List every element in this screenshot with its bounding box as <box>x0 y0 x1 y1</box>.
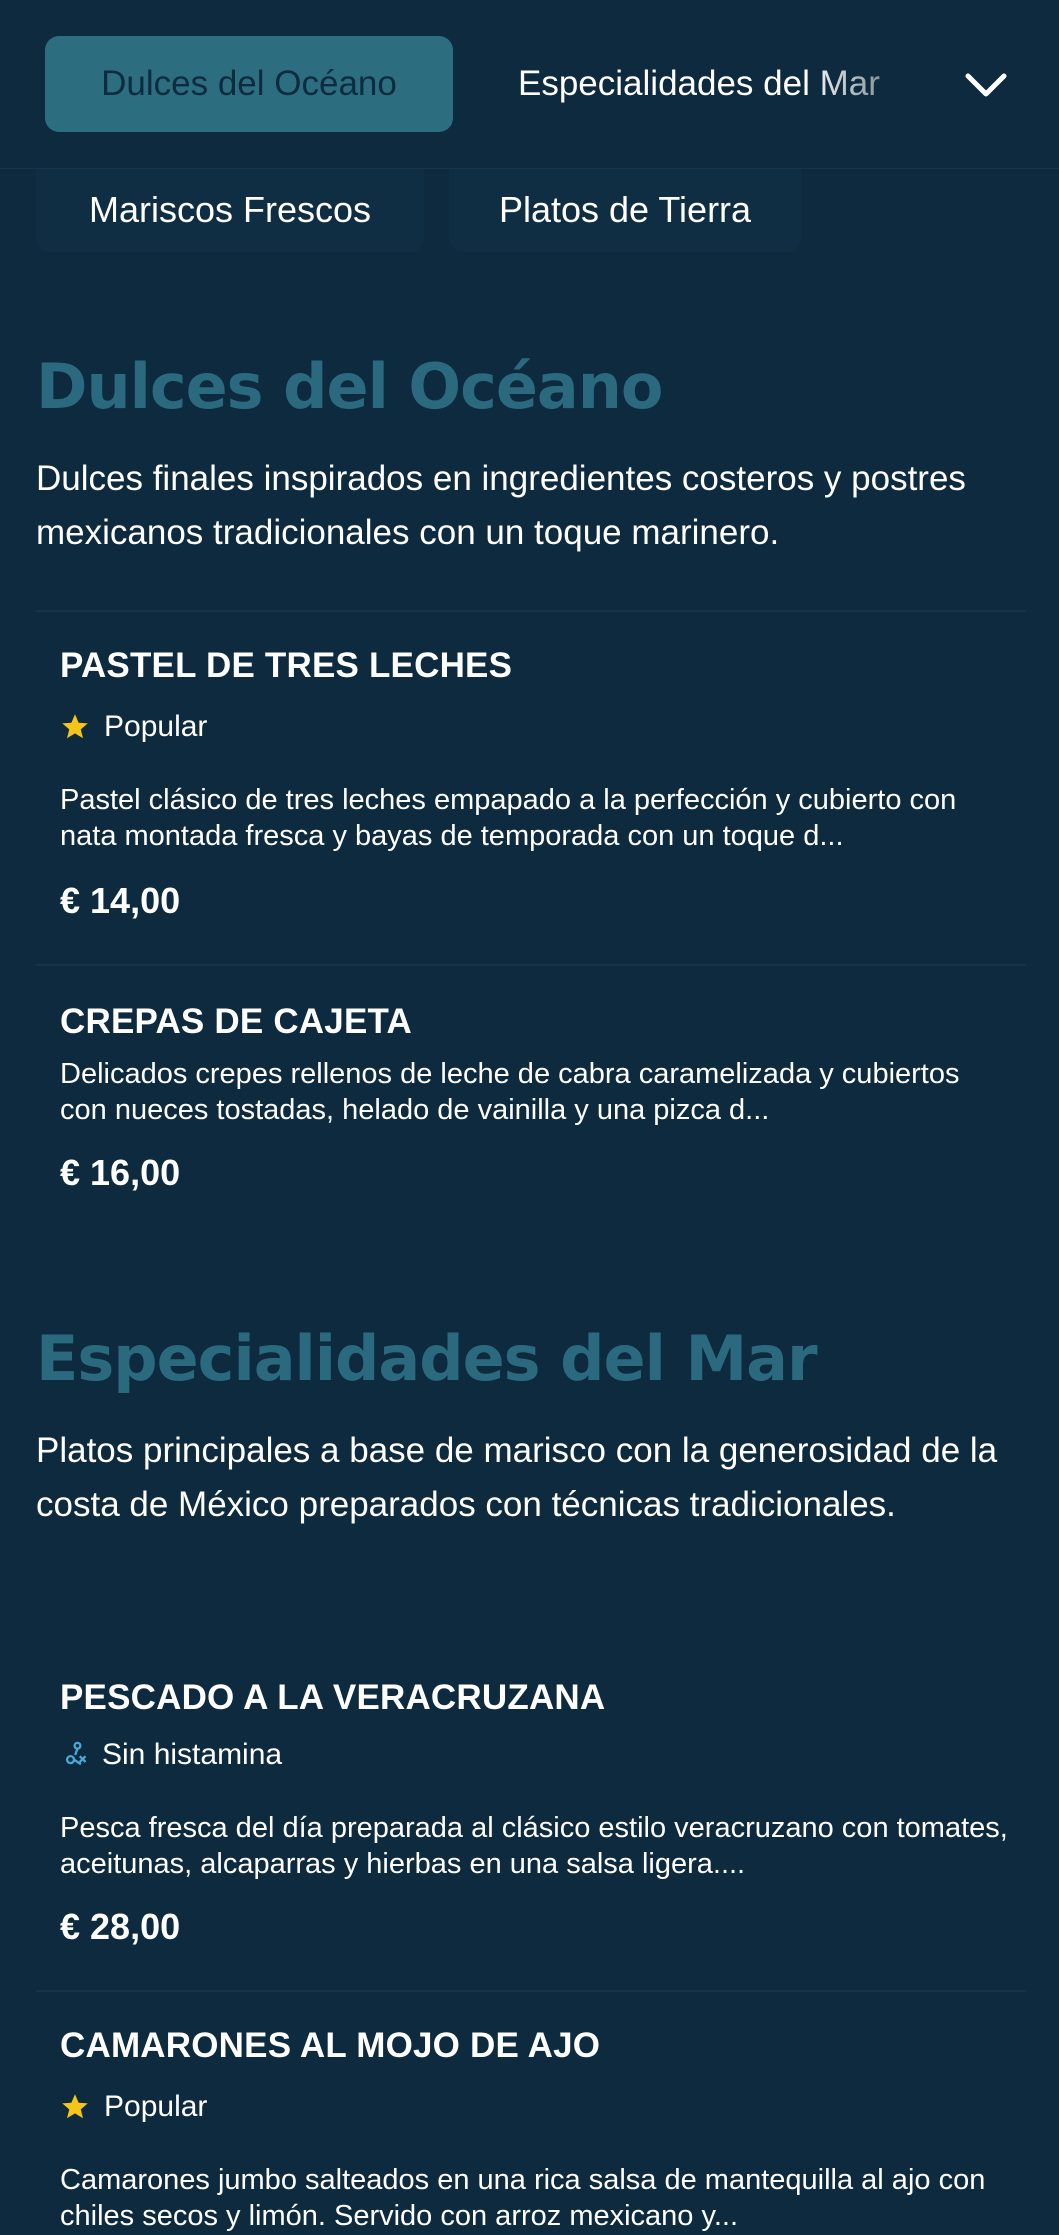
category-tab-label: Especialidades del Mar <box>518 64 880 103</box>
chevron-down-icon[interactable] <box>960 62 1012 106</box>
section-description: Dulces finales inspirados en ingrediente… <box>36 459 966 552</box>
menu-item-name: PESCADO A LA VERACRUZANA <box>60 1678 606 1717</box>
menu-item-description: Delicados crepes rellenos de leche de ca… <box>60 1058 960 1126</box>
star-icon <box>62 714 88 739</box>
menu-item-camarones-al-mojo-de-ajo[interactable]: CAMARONES AL MOJO DE AJO Popular Camaron… <box>36 1992 1026 2235</box>
category-chip-label: Platos de Tierra <box>498 189 752 230</box>
histamine-free-badge: Sin histamina <box>60 1738 282 1772</box>
menu-item-price: € 14,00 <box>60 880 181 921</box>
section-title-dulces-del-oceano: Dulces del Océano <box>36 350 663 423</box>
menu-item-name: CAMARONES AL MOJO DE AJO <box>60 2026 601 2065</box>
category-tab-dulces-del-oceano[interactable]: Dulces del Océano <box>45 36 453 132</box>
category-chip-platos-de-tierra[interactable]: Platos de Tierra <box>449 168 801 252</box>
menu-item-tag-label: Popular <box>104 710 208 743</box>
menu-item-pastel-de-tres-leches[interactable]: PASTEL DE TRES LECHES Popular Pastel clá… <box>36 612 1026 956</box>
category-chip-label: Mariscos Frescos <box>88 189 372 230</box>
menu-item-crepas-de-cajeta[interactable]: CREPAS DE CAJETA Delicados crepes rellen… <box>36 966 1026 1212</box>
menu-item-description: Camarones jumbo salteados en una rica sa… <box>60 2164 986 2232</box>
menu-item-price: € 28,00 <box>60 1906 181 1947</box>
menu-item-tag-label: Popular <box>104 2090 208 2123</box>
menu-item-name: PASTEL DE TRES LECHES <box>60 646 513 685</box>
category-chip-mariscos-frescos[interactable]: Mariscos Frescos <box>36 168 424 252</box>
category-tab-especialidades-del-mar[interactable]: Especialidades del Mar <box>518 36 918 132</box>
category-tab-label: Dulces del Océano <box>101 64 397 103</box>
popular-badge: Popular <box>60 710 207 744</box>
menu-item-description: Pesca fresca del día preparada al clásic… <box>60 1812 1008 1880</box>
menu-item-description: Pastel clásico de tres leches empapado a… <box>60 784 957 852</box>
category-nav: Dulces del Océano Especialidades del Mar <box>0 0 1059 169</box>
menu-item-name: CREPAS DE CAJETA <box>60 1002 412 1041</box>
section-description: Platos principales a base de marisco con… <box>36 1431 998 1524</box>
category-chip-row: Mariscos Frescos Platos de Tierra <box>0 168 1059 258</box>
menu-item-tag-label: Sin histamina <box>102 1738 283 1771</box>
menu-item-pescado-a-la-veracruzana[interactable]: PESCADO A LA VERACRUZANA Sin histamina P… <box>36 1638 1026 1988</box>
star-icon <box>62 2094 88 2119</box>
section-title-especialidades-del-mar: Especialidades del Mar <box>36 1322 818 1395</box>
menu-item-price: € 16,00 <box>60 1152 181 1193</box>
histamine-free-icon <box>65 1741 87 1766</box>
popular-badge: Popular <box>60 2090 207 2124</box>
